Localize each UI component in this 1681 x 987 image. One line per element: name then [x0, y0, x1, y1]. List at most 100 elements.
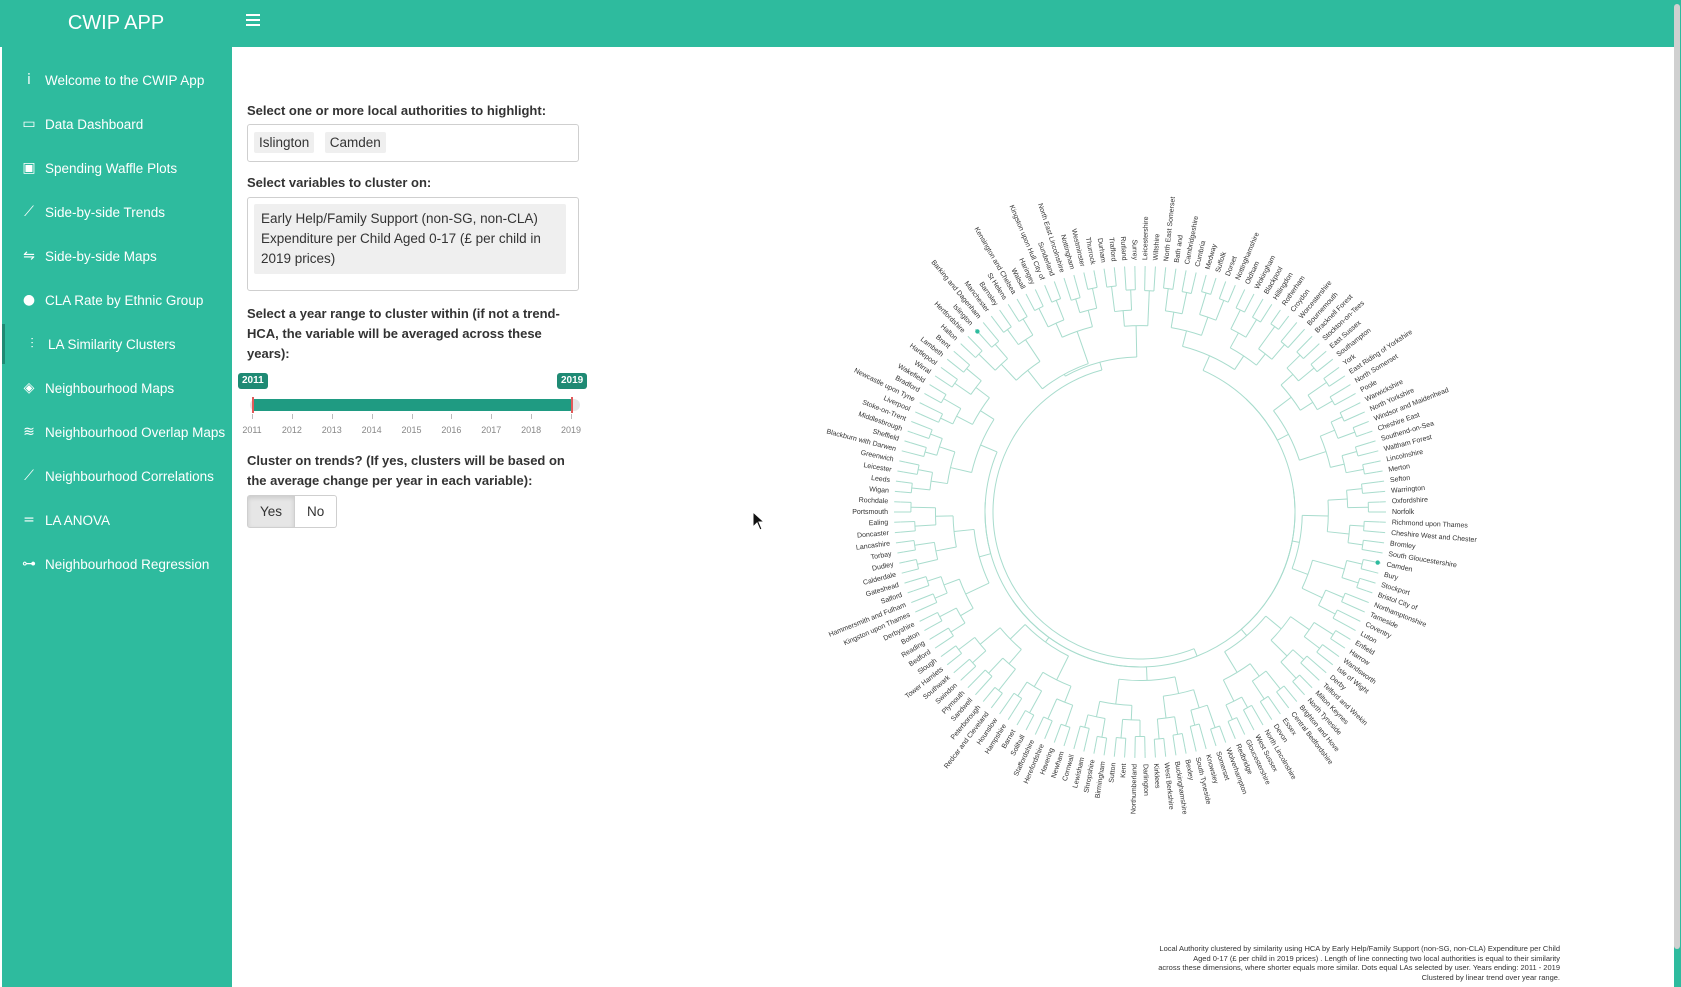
sidebar-item-spending-waffle-plots[interactable]: ▣ Spending Waffle Plots [2, 148, 232, 188]
sidebar-item-side-by-side-trends[interactable]: ⟋ Side-by-side Trends [2, 192, 232, 232]
sidebar-item-data-dashboard[interactable]: ▭ Data Dashboard [2, 104, 232, 144]
dendrogram-branch [1034, 289, 1039, 296]
sidebar-item-welcome-to-the-cwip-app[interactable]: i Welcome to the CWIP App [2, 60, 232, 100]
dendrogram-branch [1369, 440, 1376, 444]
dendrogram-branch [1147, 290, 1150, 326]
dendrogram-branch [994, 320, 1005, 333]
dendrogram-branch [964, 665, 977, 677]
year-slider-min-value: 2011 [238, 373, 268, 389]
dendrogram-branch [1045, 637, 1050, 643]
dendrogram-branch [939, 607, 957, 618]
dendrogram-branch [1364, 520, 1380, 523]
sidebar-item-la-anova[interactable]: = LA ANOVA [2, 500, 232, 540]
year-slider-max-value: 2019 [557, 373, 588, 389]
dendrogram-branch [1163, 738, 1166, 751]
signpost-icon: ⇋ [23, 248, 35, 264]
dendrogram-branch [1234, 355, 1245, 370]
dendrogram-branch [1027, 370, 1043, 390]
dendrogram-branch [1278, 320, 1286, 330]
dendrogram-branch [1232, 733, 1236, 739]
dendrogram-branch [1044, 733, 1048, 739]
dendrogram-branch [1091, 288, 1098, 309]
dendrogram-branch [1306, 655, 1323, 670]
dendrogram-branch [894, 531, 901, 534]
dendrogram-branch [1120, 719, 1124, 738]
sidebar-item-neighbourhood-regression[interactable]: ⊶ Neighbourhood Regression [2, 544, 232, 584]
dendrogram-leaf-label: Leicester [863, 462, 893, 474]
dendrogram-leaf-label: Dudley [872, 561, 895, 572]
selected-variable-chip[interactable]: Early Help/Family Support (non-SG, non-C… [254, 204, 566, 274]
year-tick-mark [531, 414, 533, 419]
selected-la-chip[interactable]: Camden [324, 132, 386, 153]
sidebar-item-neighbourhood-maps[interactable]: ◈ Neighbourhood Maps [2, 368, 232, 408]
sidebar-item-side-by-side-maps[interactable]: ⇋ Side-by-side Maps [2, 236, 232, 276]
sidebar-item-neighbourhood-correlations[interactable]: ⟋ Neighbourhood Correlations [2, 456, 232, 496]
scrollbar-thumb[interactable] [1674, 4, 1680, 949]
scrollbar-track[interactable] [1674, 0, 1681, 987]
dendrogram-branch [1255, 353, 1266, 366]
dendrogram-branch [965, 582, 990, 595]
year-slider-handle-min[interactable] [252, 397, 254, 413]
dendrogram-branch [1313, 622, 1334, 636]
dendrogram-branch [1104, 274, 1108, 288]
dendrogram-branch [1314, 343, 1320, 349]
hamburger-menu-icon[interactable] [246, 14, 260, 28]
dendrogram-branch [1104, 737, 1108, 750]
sidebar-item-cla-rate-by-ethnic-group[interactable]: ● CLA Rate by Ethnic Group [2, 280, 232, 320]
equals-icon: = [23, 512, 35, 528]
dendrogram-branch [1163, 273, 1166, 289]
variables-select-input[interactable]: Early Help/Family Support (non-SG, non-C… [247, 197, 579, 291]
year-slider-handle-max[interactable] [571, 397, 573, 413]
dendrogram-branch [1073, 743, 1076, 750]
year-tick-mark [411, 414, 413, 419]
dendrogram-branch [986, 687, 996, 698]
dendrogram-branch [960, 607, 974, 617]
dendrogram-branch [1276, 708, 1281, 715]
dendrogram-branch [990, 315, 996, 322]
dendrogram-branch [899, 460, 906, 463]
dendrogram-branch [1359, 577, 1370, 582]
year-slider-selected-range[interactable] [252, 399, 572, 411]
dendrogram-branch [957, 354, 970, 366]
dendrogram-branch [897, 470, 904, 473]
dendrogram-branch [1063, 740, 1067, 747]
dendrogram-branch [982, 322, 988, 328]
users-icon: ● [22, 292, 36, 308]
dendrogram-branch [998, 668, 1016, 691]
dendrogram-branch [1310, 354, 1323, 365]
no-button[interactable]: No [295, 495, 338, 528]
dendrogram-branch [1153, 739, 1156, 752]
dendrogram-branch [1362, 420, 1369, 425]
dendrogram-branch [1271, 344, 1285, 360]
dendrogram-branch [1064, 686, 1072, 703]
dendrogram-branch [951, 653, 962, 662]
dendrogram-branch [1111, 286, 1116, 312]
dendrogram-branch [1164, 267, 1167, 274]
dendrogram-branch [1182, 330, 1187, 347]
highlighted-la-dot [1375, 560, 1380, 565]
dendrogram-branch [1073, 274, 1076, 281]
highlight-select-input[interactable]: Islington Camden [247, 124, 579, 162]
dendrogram-branch [1094, 736, 1098, 748]
dendrogram-branch [979, 333, 993, 348]
sidebar-item-neighbourhood-overlap-maps[interactable]: ≋ Neighbourhood Overlap Maps [2, 412, 232, 452]
dendrogram-leaf-label: Bromley [1390, 540, 1417, 550]
dendrogram-branch [1025, 724, 1030, 731]
dendrogram-leaf-label: Shropshire [1083, 759, 1096, 794]
dendrogram-branch [940, 367, 947, 372]
dendrogram-branch [930, 433, 943, 439]
dendrogram-branch [934, 644, 941, 649]
dendrogram-branch [1337, 431, 1356, 439]
dendrogram-branch [978, 353, 996, 371]
dendrogram-branch [1124, 738, 1127, 752]
dendrogram-branch [1369, 580, 1376, 584]
dendrogram-branch [1321, 350, 1327, 356]
dendrogram-branch [1184, 747, 1187, 754]
dendrogram-branch [1087, 310, 1093, 327]
yes-button[interactable]: Yes [247, 495, 296, 528]
dendrogram-branch [1327, 660, 1334, 666]
dendrogram-branch [964, 347, 976, 358]
sidebar-item-la-similarity-clusters[interactable]: ⫶ LA Similarity Clusters [2, 324, 235, 364]
selected-la-chip[interactable]: Islington [254, 132, 315, 153]
dendrogram-branch [1094, 276, 1098, 288]
